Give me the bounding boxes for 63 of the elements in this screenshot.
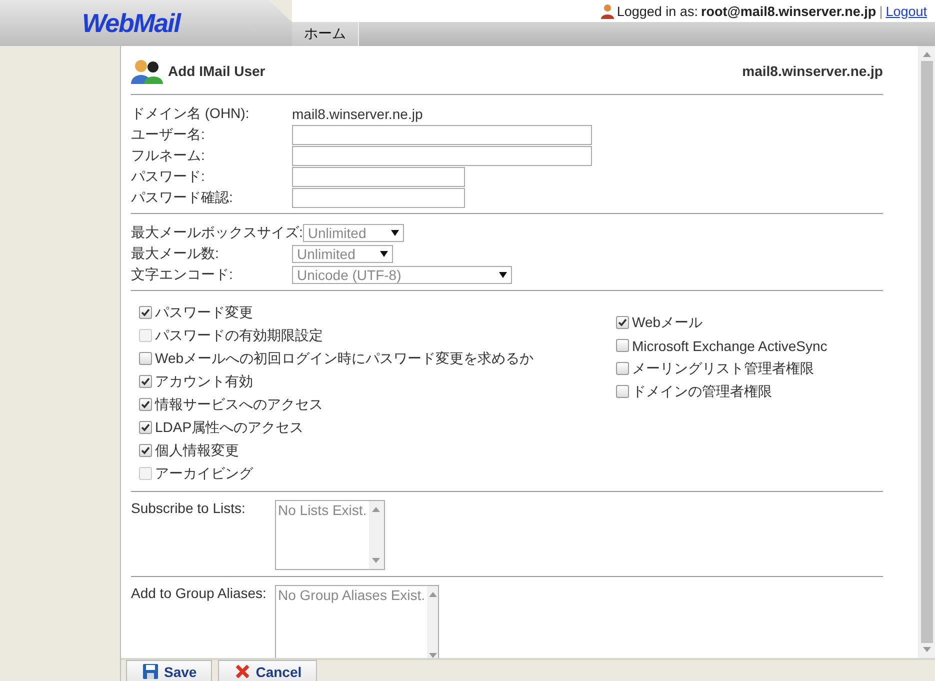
save-button[interactable]: Save	[126, 660, 212, 681]
user-name: root@mail8.winserver.ne.jp	[700, 4, 876, 18]
checkbox-label: ドメインの管理者権限	[632, 382, 772, 400]
checkbox[interactable]	[139, 398, 152, 411]
checkbox-label: 個人情報変更	[155, 442, 239, 460]
scroll-up-icon[interactable]	[428, 592, 437, 597]
checkbox-label: LDAP属性へのアクセス	[155, 418, 304, 436]
close-icon	[234, 664, 250, 679]
field-label: ドメイン名 (OHN):	[131, 104, 250, 122]
caret-icon	[380, 250, 388, 256]
field-label: 最大メールボックスサイズ:	[131, 224, 303, 242]
checkbox-label: パスワードの有効期限設定	[155, 326, 323, 344]
checkbox-label: Webメールへの初回ログイン時にパスワード変更を求めるか	[155, 350, 534, 368]
checkbox[interactable]	[616, 362, 629, 375]
logo: WebMail	[82, 8, 180, 38]
input-field[interactable]	[292, 166, 465, 186]
domain-value: mail8.winserver.ne.jp	[292, 106, 423, 122]
dropdown[interactable]: Unlimited	[302, 224, 404, 242]
home-tab[interactable]: ホーム	[292, 22, 359, 46]
field-label: パスワード:	[131, 168, 206, 186]
dropdown[interactable]: Unicode (UTF-8)	[292, 266, 512, 284]
checkbox[interactable]	[139, 375, 152, 388]
input-field[interactable]	[292, 188, 465, 208]
cancel-button[interactable]: Cancel	[218, 660, 317, 681]
checkbox-label: アカウント有効	[155, 372, 253, 390]
field-label: Add to Group Aliases:	[131, 585, 268, 603]
login-label: Logged in as:	[616, 4, 698, 18]
checkbox[interactable]	[139, 444, 152, 457]
field-label: 文字エンコード:	[131, 266, 234, 284]
list-box[interactable]: No Lists Exist.	[275, 500, 385, 570]
logout-link[interactable]: Logout	[886, 4, 927, 18]
checkbox[interactable]	[616, 339, 629, 352]
checkbox-label: アーカイビング	[155, 464, 253, 482]
scroll-down-icon[interactable]	[428, 653, 437, 658]
checkbox-label: Webメール	[632, 314, 703, 332]
checkbox[interactable]	[616, 385, 629, 398]
separator: |	[879, 4, 883, 18]
scroll-up-icon[interactable]	[372, 507, 380, 512]
field-label: フルネーム:	[131, 146, 206, 164]
checkbox[interactable]	[139, 352, 152, 365]
checkbox-label: 情報サービスへのアクセス	[155, 396, 323, 414]
checkbox[interactable]	[616, 316, 629, 329]
field-label: ユーザー名:	[131, 126, 206, 144]
checkbox[interactable]	[139, 306, 152, 319]
input-field[interactable]	[292, 146, 592, 166]
scroll-down-icon[interactable]	[922, 647, 930, 652]
field-label: パスワード確認:	[131, 188, 234, 206]
person-icon	[600, 4, 614, 18]
scroll-down-icon[interactable]	[372, 558, 380, 563]
caret-icon	[499, 272, 507, 278]
scroll-up-icon[interactable]	[922, 52, 930, 57]
checkbox-label: メーリングリスト管理者権限	[632, 360, 814, 378]
dropdown[interactable]: Unlimited	[292, 244, 393, 262]
field-label: 最大メール数:	[131, 244, 220, 262]
page-title: Add IMail User	[168, 63, 266, 79]
domain-name: mail8.winserver.ne.jp	[742, 63, 883, 79]
input-field[interactable]	[292, 124, 592, 144]
users-icon	[131, 58, 163, 84]
checkbox-label: パスワード変更	[155, 304, 253, 322]
checkbox-label: Microsoft Exchange ActiveSync	[632, 338, 828, 354]
field-label: Subscribe to Lists:	[131, 500, 246, 518]
caret-icon	[390, 230, 399, 236]
checkbox[interactable]	[139, 421, 152, 434]
